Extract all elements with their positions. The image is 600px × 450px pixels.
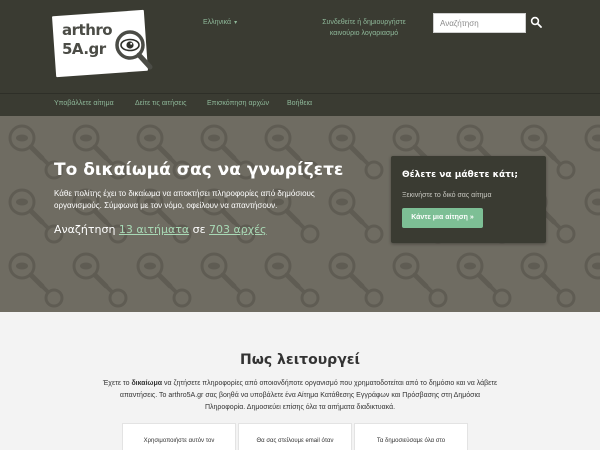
site-header: arthro 5A.gr Ελληνικά ▾ Συνδεθείτε ή δημι…	[0, 0, 600, 93]
chevron-down-icon: ▾	[234, 20, 238, 26]
signin-line2: καινούριο λογαριασμό	[329, 30, 399, 37]
hero-title: Το δικαίωμά σας να γνωρίζετε	[54, 160, 344, 180]
language-label: Ελληνικά	[203, 19, 232, 26]
how-it-works-text: Έχετε το δικαίωμα να ζητήσετε πληροφορίε…	[100, 378, 500, 414]
step-card-text: Τα δημοσιεύσαμε όλα στο	[376, 438, 446, 444]
signin-link[interactable]: Συνδεθείτε ή δημιουργήστε καινούριο λογα…	[318, 17, 410, 39]
magnifier-eye-logo-icon	[115, 30, 153, 70]
hero-description: Κάθε πολίτης έχει το δικαίωμα να αποκτήσ…	[54, 189, 315, 210]
logo-text-line1: arthro	[62, 21, 113, 39]
site-logo[interactable]: arthro 5A.gr	[51, 9, 153, 78]
stats-middle: σε	[192, 223, 206, 236]
step-card-text: Χρησιμοποιήστε αυτόν τον	[143, 438, 215, 444]
search-input[interactable]: Αναζήτηση	[433, 13, 526, 33]
cta-subtitle: Ξεκινήστε το δικό σας αίτημα	[402, 192, 492, 199]
nav-item-authorities[interactable]: Επισκόπηση αρχών	[207, 100, 269, 107]
step-card-3: Τα δημοσιεύσαμε όλα στο	[354, 423, 468, 450]
search-placeholder: Αναζήτηση	[440, 19, 479, 28]
hero-stats: Αναζήτηση 13 αιτήματα σε 703 αρχές	[54, 223, 267, 236]
main-navigation: Υποβάλλετε αίτημα Δείτε τις αιτήσεις Επι…	[0, 93, 600, 116]
authorities-count-link[interactable]: 703 αρχές	[209, 223, 266, 236]
language-selector[interactable]: Ελληνικά ▾	[203, 19, 237, 26]
signin-line1: Συνδεθείτε ή δημιουργήστε	[322, 19, 406, 26]
how-it-works-section: Πως λειτουργεί Έχετε το δικαίωμα να ζητή…	[0, 312, 600, 450]
requests-count-link[interactable]: 13 αιτήματα	[119, 223, 189, 236]
step-card-text: Θα σας στείλουμε email όταν	[256, 438, 334, 444]
step-card-1: Χρησιμοποιήστε αυτόν τον	[122, 423, 236, 450]
how-text-rest: να ζητήσετε πληροφορίες από οποιονδήποτε…	[119, 380, 498, 411]
nav-item-make-request[interactable]: Υποβάλλετε αίτημα	[54, 100, 114, 107]
stats-prefix: Αναζήτηση	[54, 223, 116, 236]
make-request-button[interactable]: Κάντε μια αίτηση »	[402, 208, 483, 228]
search-icon[interactable]	[530, 16, 542, 28]
hero-section: Το δικαίωμά σας να γνωρίζετε Κάθε πολίτη…	[0, 116, 600, 312]
how-text-bold: δικαίωμα	[131, 380, 163, 387]
how-text-prefix: Έχετε το	[102, 380, 132, 387]
request-cta-box: Θέλετε να μάθετε κάτι; Ξεκινήστε το δικό…	[391, 156, 546, 243]
nav-item-help[interactable]: Βοήθεια	[287, 100, 312, 107]
cta-title: Θέλετε να μάθετε κάτι;	[402, 170, 519, 180]
nav-item-view-requests[interactable]: Δείτε τις αιτήσεις	[135, 100, 186, 107]
how-it-works-title: Πως λειτουργεί	[240, 352, 360, 368]
logo-text-line2: 5A.gr	[62, 40, 106, 58]
step-card-2: Θα σας στείλουμε email όταν	[238, 423, 352, 450]
